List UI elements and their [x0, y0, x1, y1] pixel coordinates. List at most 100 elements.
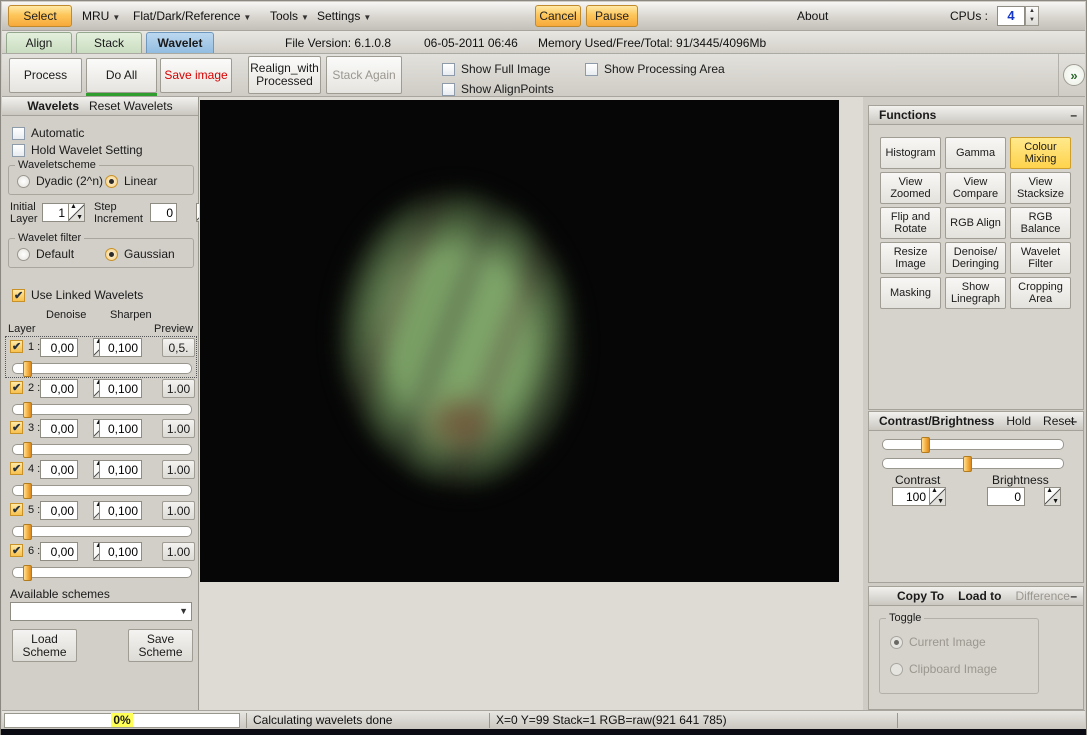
fn-flip-rotate-button[interactable]: Flip and Rotate: [880, 207, 941, 239]
minimize-icon[interactable]: –: [1070, 589, 1077, 603]
show-alignpoints-checkbox[interactable]: [442, 82, 455, 96]
layer1-slider[interactable]: [12, 361, 192, 377]
gaussian-filter-radio[interactable]: [105, 247, 118, 261]
layer4-sharpen-input[interactable]: [99, 460, 142, 479]
layer1-sharpen-input[interactable]: [99, 338, 142, 357]
automatic-checkbox[interactable]: [12, 126, 25, 140]
save-image-button[interactable]: Save image: [160, 58, 232, 93]
current-image-radio[interactable]: [890, 635, 903, 649]
menu-flat-dark-reference[interactable]: Flat/Dark/Reference ▼: [133, 9, 251, 23]
fn-masking-button[interactable]: Masking: [880, 277, 941, 309]
contrast-slider-thumb[interactable]: [921, 437, 930, 453]
layer4-denoise-input[interactable]: [40, 460, 78, 479]
contrast-input[interactable]: [892, 487, 930, 506]
layer5-denoise-input[interactable]: [40, 501, 78, 520]
layer2-sharpen-input[interactable]: [99, 379, 142, 398]
layer5-slider-thumb[interactable]: [23, 524, 32, 540]
image-canvas[interactable]: [200, 100, 839, 582]
spin-down-icon[interactable]: ▼: [1026, 16, 1038, 25]
layer3-denoise-input[interactable]: [40, 419, 78, 438]
menu-mru[interactable]: MRU ▼: [82, 9, 120, 23]
layer5-checkbox[interactable]: [10, 503, 23, 516]
default-filter-radio[interactable]: [17, 247, 30, 261]
fn-rgb-align-button[interactable]: RGB Align: [945, 207, 1006, 239]
brightness-slider[interactable]: [882, 456, 1064, 472]
fn-denoise-deringing-button[interactable]: Denoise/ Deringing: [945, 242, 1006, 274]
layer5-sharpen-input[interactable]: [99, 501, 142, 520]
hold-wavelet-checkbox[interactable]: [12, 143, 25, 157]
layer6-slider[interactable]: [12, 565, 192, 581]
stack-again-button[interactable]: Stack Again: [326, 56, 402, 94]
layer1-denoise-input[interactable]: [40, 338, 78, 357]
show-processing-area-checkbox[interactable]: [585, 62, 598, 76]
fn-wavelet-filter-button[interactable]: Wavelet Filter: [1010, 242, 1071, 274]
layer6-denoise-input[interactable]: [40, 542, 78, 561]
realign-with-processed-button[interactable]: Realign_with Processed: [248, 56, 321, 94]
linear-radio[interactable]: [105, 174, 118, 188]
difference-button[interactable]: Difference: [1015, 589, 1069, 603]
fn-show-linegraph-button[interactable]: Show Linegraph: [945, 277, 1006, 309]
contrast-slider[interactable]: [882, 437, 1064, 453]
tab-wavelet[interactable]: Wavelet: [146, 32, 214, 53]
layer4-slider-thumb[interactable]: [23, 483, 32, 499]
layer2-preview-button[interactable]: 1.00: [162, 379, 195, 398]
pause-button[interactable]: Pause: [586, 5, 638, 27]
contrast-stepper[interactable]: [929, 487, 946, 506]
layer6-sharpen-input[interactable]: [99, 542, 142, 561]
reset-wavelets-button[interactable]: Reset Wavelets: [89, 99, 173, 113]
layer1-preview-button[interactable]: 0,5.: [162, 338, 195, 357]
fn-view-compare-button[interactable]: View Compare: [945, 172, 1006, 204]
layer3-preview-button[interactable]: 1.00: [162, 419, 195, 438]
minimize-icon[interactable]: –: [1070, 414, 1077, 428]
brightness-stepper[interactable]: [1044, 487, 1062, 506]
fn-resize-image-button[interactable]: Resize Image: [880, 242, 941, 274]
do-all-button[interactable]: Do All: [86, 58, 157, 93]
tab-align[interactable]: Align: [6, 32, 72, 53]
step-increment-input[interactable]: [150, 203, 177, 222]
load-scheme-button[interactable]: Load Scheme: [12, 629, 77, 662]
fn-histogram-button[interactable]: Histogram: [880, 137, 941, 169]
layer4-checkbox[interactable]: [10, 462, 23, 475]
initial-layer-stepper[interactable]: [68, 203, 85, 222]
cancel-button[interactable]: Cancel: [535, 5, 581, 27]
menu-about[interactable]: About: [797, 9, 828, 23]
minimize-icon[interactable]: –: [1070, 108, 1077, 122]
layer1-checkbox[interactable]: [10, 340, 23, 353]
brightness-slider-thumb[interactable]: [963, 456, 972, 472]
layer5-slider[interactable]: [12, 524, 192, 540]
fn-colour-mixing-button[interactable]: Colour Mixing: [1010, 137, 1071, 169]
layer4-preview-button[interactable]: 1.00: [162, 460, 195, 479]
tab-stack[interactable]: Stack: [76, 32, 142, 53]
expand-panel-button[interactable]: »: [1063, 64, 1085, 86]
menu-tools[interactable]: Tools ▼: [270, 9, 309, 23]
fn-rgb-balance-button[interactable]: RGB Balance: [1010, 207, 1071, 239]
layer3-sharpen-input[interactable]: [99, 419, 142, 438]
cpus-value[interactable]: 4: [997, 6, 1025, 26]
layer3-slider-thumb[interactable]: [23, 442, 32, 458]
hold-button[interactable]: Hold: [1006, 414, 1031, 428]
menu-settings[interactable]: Settings ▼: [317, 9, 371, 23]
layer6-preview-button[interactable]: 1.00: [162, 542, 195, 561]
layer2-denoise-input[interactable]: [40, 379, 78, 398]
layer3-checkbox[interactable]: [10, 421, 23, 434]
layer5-preview-button[interactable]: 1.00: [162, 501, 195, 520]
fn-view-zoomed-button[interactable]: View Zoomed: [880, 172, 941, 204]
spin-up-icon[interactable]: ▲: [1026, 7, 1038, 16]
save-scheme-button[interactable]: Save Scheme: [128, 629, 193, 662]
clipboard-image-radio[interactable]: [890, 662, 903, 676]
show-full-image-checkbox[interactable]: [442, 62, 455, 76]
process-button[interactable]: Process: [9, 58, 82, 93]
schemes-combobox[interactable]: ▼: [10, 602, 192, 621]
layer6-checkbox[interactable]: [10, 544, 23, 557]
layer2-slider[interactable]: [12, 402, 192, 418]
layer2-slider-thumb[interactable]: [23, 402, 32, 418]
brightness-input[interactable]: [987, 487, 1025, 506]
layer3-slider[interactable]: [12, 442, 192, 458]
select-button[interactable]: Select: [8, 5, 72, 27]
layer2-checkbox[interactable]: [10, 381, 23, 394]
use-linked-wavelets-checkbox[interactable]: [12, 288, 25, 302]
dyadic-radio[interactable]: [17, 174, 30, 188]
cpus-stepper[interactable]: ▲ ▼: [1025, 6, 1039, 26]
layer6-slider-thumb[interactable]: [23, 565, 32, 581]
initial-layer-input[interactable]: [42, 203, 69, 222]
